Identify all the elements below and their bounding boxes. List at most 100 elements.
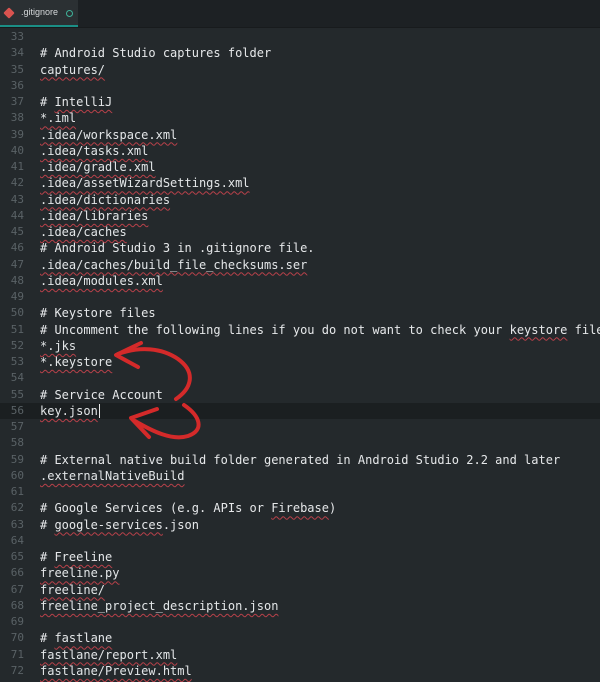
code-text[interactable]: .externalNativeBuild	[40, 468, 185, 484]
line-number: 36	[10, 78, 24, 92]
code-line[interactable]: 45 .idea/caches	[0, 224, 600, 240]
code-line[interactable]: 46 # Android Studio 3 in .gitignore file.	[0, 240, 600, 256]
code-text[interactable]: # Uncomment the following lines if you d…	[40, 322, 600, 338]
code-line[interactable]: 72 fastlane/Preview.html	[0, 663, 600, 679]
code-line[interactable]: 64	[0, 533, 600, 549]
line-number: 39	[10, 127, 24, 141]
code-line[interactable]: 68 freeline_project_description.json	[0, 598, 600, 614]
line-number: 66	[10, 566, 24, 580]
code-text[interactable]: freeline_project_description.json	[40, 598, 278, 614]
line-number: 64	[10, 533, 24, 547]
code-text[interactable]: .idea/caches/build_file_checksums.ser	[40, 257, 307, 273]
line-number: 60	[10, 468, 24, 482]
line-number: 67	[10, 582, 24, 596]
code-text[interactable]: *.iml	[40, 110, 76, 126]
code-text[interactable]: .idea/tasks.xml	[40, 143, 148, 159]
line-number: 70	[10, 631, 24, 645]
code-text[interactable]: # Keystore files	[40, 305, 156, 321]
code-line[interactable]: 60 .externalNativeBuild	[0, 468, 600, 484]
code-line[interactable]: 51 # Uncomment the following lines if you…	[0, 322, 600, 338]
code-line[interactable]: 55 # Service Account	[0, 387, 600, 403]
code-line[interactable]: 57	[0, 419, 600, 435]
code-text[interactable]: freeline/	[40, 582, 105, 598]
code-text[interactable]: # Google Services (e.g. APIs or Firebase…	[40, 500, 336, 516]
tab-gitignore[interactable]: .gitignore	[0, 0, 78, 27]
code-line[interactable]: 71 fastlane/report.xml	[0, 647, 600, 663]
code-text[interactable]: key.json	[40, 403, 98, 419]
code-text[interactable]: *.keystore	[40, 354, 112, 370]
code-line[interactable]: 39 .idea/workspace.xml	[0, 127, 600, 143]
line-number: 43	[10, 192, 24, 206]
code-line[interactable]: 63 # google-services.json	[0, 517, 600, 533]
code-line[interactable]: 61	[0, 484, 600, 500]
line-number: 72	[10, 663, 24, 677]
code-line[interactable]: 37 # IntelliJ	[0, 94, 600, 110]
code-text[interactable]: fastlane/Preview.html	[40, 663, 192, 679]
code-line[interactable]: 36	[0, 78, 600, 94]
code-line[interactable]: 66 freeline.py	[0, 565, 600, 581]
code-line[interactable]: 54	[0, 370, 600, 386]
code-line[interactable]: 59 # External native build folder generat…	[0, 452, 600, 468]
code-line[interactable]: 44 .idea/libraries	[0, 208, 600, 224]
code-text[interactable]: .idea/workspace.xml	[40, 127, 177, 143]
line-number: 55	[10, 387, 24, 401]
tab-bar: .gitignore	[0, 0, 600, 28]
line-number: 33	[10, 30, 24, 43]
git-diamond-icon	[3, 7, 15, 19]
code-line[interactable]: 70 # fastlane	[0, 630, 600, 646]
code-text[interactable]: fastlane/report.xml	[40, 647, 177, 663]
code-line[interactable]: 43 .idea/dictionaries	[0, 192, 600, 208]
line-number: 44	[10, 208, 24, 222]
code-editor[interactable]: 33 34 # Android Studio captures folder 35 ca…	[0, 28, 600, 682]
code-line[interactable]: 41 .idea/gradle.xml	[0, 159, 600, 175]
code-text[interactable]: # Android Studio 3 in .gitignore file.	[40, 240, 315, 256]
code-text[interactable]: # IntelliJ	[40, 94, 112, 110]
code-text[interactable]: # Android Studio captures folder	[40, 45, 271, 61]
code-text[interactable]: .idea/assetWizardSettings.xml	[40, 175, 250, 191]
code-line[interactable]: 47 .idea/caches/build_file_checksums.ser	[0, 257, 600, 273]
code-line[interactable]: 42 .idea/assetWizardSettings.xml	[0, 175, 600, 191]
code-line[interactable]: 65 # Freeline	[0, 549, 600, 565]
code-text[interactable]: *.jks	[40, 338, 76, 354]
line-number: 41	[10, 160, 24, 173]
code-text[interactable]: .idea/caches	[40, 224, 127, 240]
code-line[interactable]: 48 .idea/modules.xml	[0, 273, 600, 289]
code-text[interactable]: .idea/dictionaries	[40, 192, 170, 208]
code-text[interactable]: # google-services.json	[40, 517, 199, 533]
code-line[interactable]: 35 captures/	[0, 62, 600, 78]
code-text[interactable]: .idea/modules.xml	[40, 273, 163, 289]
line-number: 61	[10, 485, 24, 498]
code-line[interactable]: 53 *.keystore	[0, 354, 600, 370]
line-number: 48	[10, 273, 24, 287]
line-number: 51	[10, 322, 24, 336]
code-line[interactable]: 69	[0, 614, 600, 630]
code-text[interactable]: .idea/libraries	[40, 208, 148, 224]
code-text[interactable]: captures/	[40, 62, 105, 78]
code-text[interactable]: freeline.py	[40, 565, 119, 581]
code-line[interactable]: 52 *.jks	[0, 338, 600, 354]
code-text[interactable]: # Freeline	[40, 549, 112, 565]
code-line[interactable]: 56 key.json	[0, 402, 600, 419]
line-number: 49	[10, 290, 24, 303]
code-line[interactable]: 33	[0, 29, 600, 45]
code-line[interactable]: 67 freeline/	[0, 582, 600, 598]
line-number: 34	[10, 46, 24, 60]
unsaved-dot-icon[interactable]	[66, 10, 73, 17]
line-number: 35	[10, 62, 24, 76]
code-line[interactable]: 49	[0, 289, 600, 305]
line-number: 57	[10, 420, 24, 433]
code-line[interactable]: 40 .idea/tasks.xml	[0, 143, 600, 159]
line-number: 54	[10, 371, 24, 385]
code-line[interactable]: 50 # Keystore files	[0, 305, 600, 321]
line-number: 53	[10, 355, 24, 368]
code-line[interactable]: 34 # Android Studio captures folder	[0, 45, 600, 61]
code-text[interactable]: # External native build folder generated…	[40, 452, 560, 468]
code-text[interactable]: .idea/gradle.xml	[40, 159, 156, 175]
code-line[interactable]: 38 *.iml	[0, 110, 600, 126]
code-text[interactable]: # fastlane	[40, 630, 112, 646]
line-number: 71	[10, 647, 24, 661]
code-line[interactable]: 58	[0, 435, 600, 451]
code-line[interactable]: 62 # Google Services (e.g. APIs or Fireba…	[0, 500, 600, 516]
line-number: 47	[10, 257, 24, 271]
code-text[interactable]: # Service Account	[40, 387, 163, 403]
